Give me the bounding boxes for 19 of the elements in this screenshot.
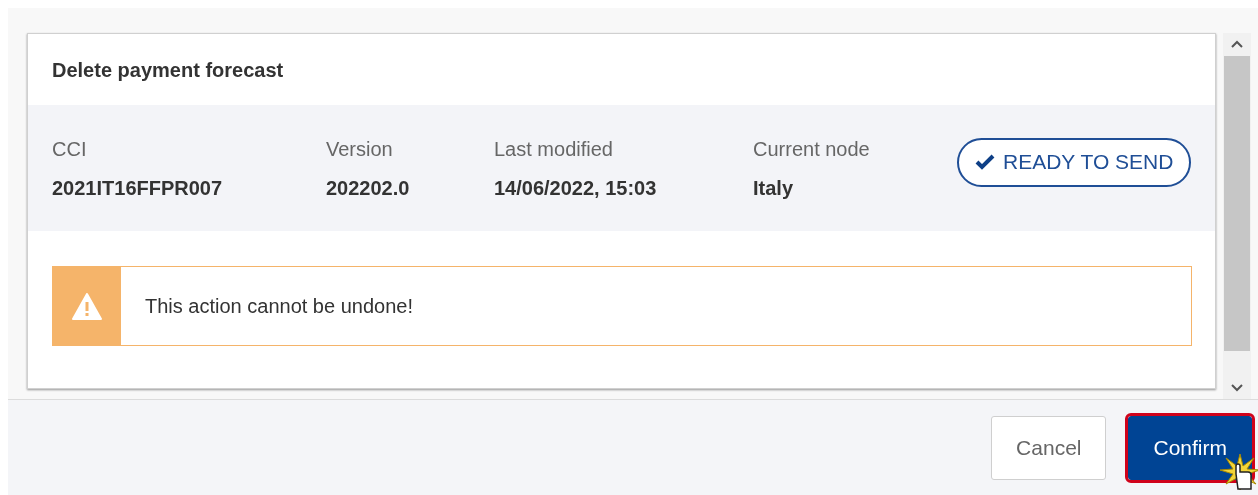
scrollbar[interactable] [1223, 33, 1251, 399]
scrollbar-thumb[interactable] [1224, 56, 1250, 351]
field-label: Last modified [494, 136, 614, 162]
status-badge: READY TO SEND [957, 137, 1192, 187]
field-label: Version [326, 136, 394, 162]
field-value: 2021IT16FFPR007 [52, 175, 224, 201]
field-label: Current node [753, 136, 871, 162]
dialog-title: Delete payment forecast [52, 57, 284, 83]
field-value: Italy [753, 175, 795, 201]
field-value: 14/06/2022, 15:03 [494, 175, 658, 201]
warning-icon [72, 292, 102, 320]
check-icon [975, 154, 995, 170]
field-value: 202202.0 [326, 175, 411, 201]
field-label: CCI [52, 136, 88, 162]
confirm-button[interactable]: Confirm [1128, 415, 1252, 480]
warning-message: This action cannot be undone! [145, 294, 413, 319]
scroll-down-icon[interactable] [1230, 383, 1244, 393]
scroll-up-icon[interactable] [1230, 39, 1244, 49]
cancel-button[interactable]: Cancel [991, 415, 1107, 480]
